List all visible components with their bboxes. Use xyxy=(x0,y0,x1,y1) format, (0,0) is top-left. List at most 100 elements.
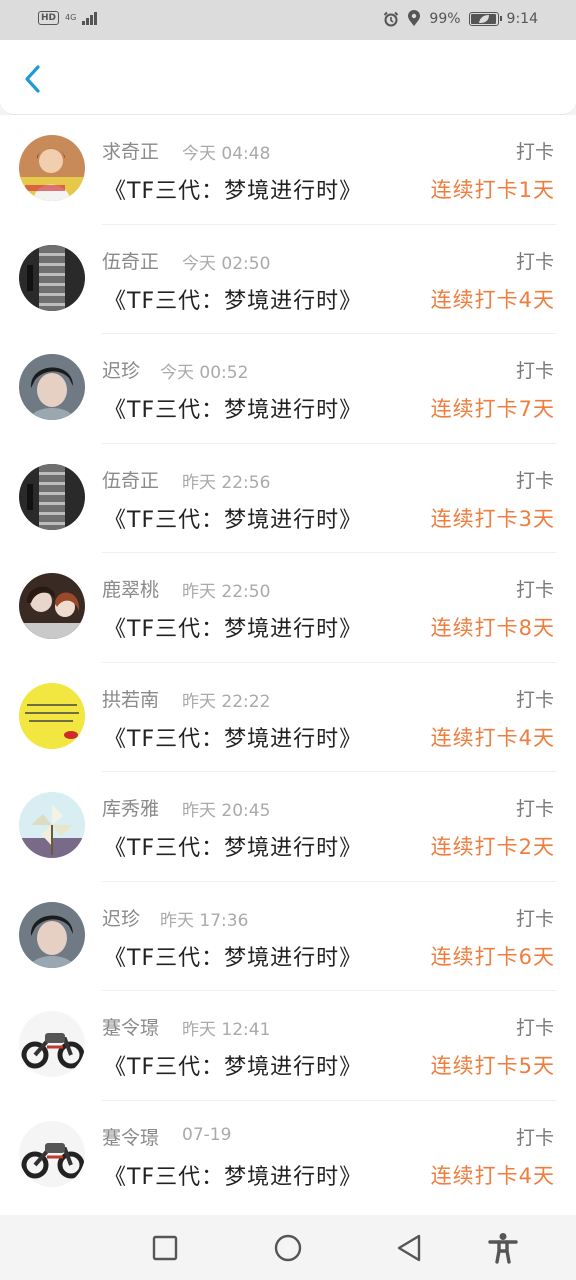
avatar[interactable] xyxy=(19,354,85,420)
list-item[interactable]: 迟珍 昨天 17:36 打卡《TF三代：梦境进行时》 连续打卡6天 xyxy=(0,882,576,991)
list-item[interactable]: 迟珍 今天 00:52 打卡 《TF三代：梦境进行时》 连续打卡7天 xyxy=(0,334,576,444)
user-name[interactable]: 迟珍 xyxy=(102,356,140,383)
avatar[interactable] xyxy=(19,573,85,639)
user-name[interactable]: 蹇令璟 xyxy=(102,1013,159,1040)
streak-count: 连续打卡8天 xyxy=(430,616,555,640)
action-type: 打卡 xyxy=(515,907,554,930)
course-title: 《TF三代：梦境进行时》 xyxy=(104,617,363,642)
avatar-image xyxy=(19,901,85,968)
avatar-image xyxy=(19,1120,85,1187)
timestamp: 昨天 22:50 xyxy=(182,582,271,602)
leaf-icon xyxy=(478,14,489,23)
recent-apps-button[interactable] xyxy=(148,1231,182,1265)
avatar[interactable] xyxy=(19,1120,85,1187)
back-button[interactable] xyxy=(18,62,48,96)
action-type: 打卡 xyxy=(515,360,554,382)
user-name[interactable]: 伍奇正 xyxy=(102,247,159,274)
timestamp: 昨天 22:56 xyxy=(182,472,271,493)
list-item[interactable]: 求奇正 今天 04:48 打卡《TF三代：梦境进行时》 连续打卡1天 xyxy=(0,115,576,225)
status-left: HD 4G xyxy=(38,11,98,25)
home-icon xyxy=(274,1234,302,1262)
streak-count: 连续打卡5天 xyxy=(430,1054,555,1078)
accessibility-button[interactable] xyxy=(486,1231,520,1265)
action-type: 打卡 xyxy=(515,1017,554,1039)
course-title: 《TF三代：梦境进行时》 xyxy=(104,726,363,752)
list-item[interactable]: 库秀雅 昨天 20:45 打卡 《TF三代：梦境进行时》 连续打卡2天 xyxy=(0,772,576,882)
course-title: 《TF三代：梦境进行时》 xyxy=(104,945,363,971)
header xyxy=(0,40,576,115)
action-type: 打卡 xyxy=(515,1126,554,1149)
timestamp: 昨天 17:36 xyxy=(160,910,249,931)
user-name[interactable]: 蹇令璟 xyxy=(102,1123,159,1150)
avatar-image xyxy=(19,354,85,420)
streak-count: 连续打卡1天 xyxy=(430,178,555,202)
status-right: 99% 9:14 xyxy=(383,10,538,27)
user-name[interactable]: 拱若南 xyxy=(102,685,159,712)
avatar-image xyxy=(19,1011,85,1077)
battery-percent: 99% xyxy=(429,10,461,27)
user-name[interactable]: 库秀雅 xyxy=(102,794,159,821)
avatar[interactable] xyxy=(19,135,85,201)
timestamp: 昨天 12:41 xyxy=(182,1020,271,1040)
course-title: 《TF三代：梦境进行时》 xyxy=(104,507,363,533)
alarm-icon xyxy=(384,11,399,26)
streak-count: 连续打卡6天 xyxy=(430,944,555,969)
network-type: 4G xyxy=(65,13,77,22)
streak-count: 连续打卡4天 xyxy=(430,1163,555,1188)
user-name[interactable]: 伍奇正 xyxy=(102,466,159,493)
avatar-image xyxy=(19,682,85,749)
action-type: 打卡 xyxy=(515,798,554,820)
course-title: 《TF三代：梦境进行时》 xyxy=(104,1164,363,1190)
timestamp: 07-19 xyxy=(182,1124,232,1145)
avatar[interactable] xyxy=(19,463,85,530)
user-name[interactable]: 求奇正 xyxy=(102,137,159,164)
hd-badge: HD xyxy=(38,11,60,25)
avatar-image xyxy=(19,573,85,639)
back-nav-button[interactable] xyxy=(392,1231,426,1265)
course-title: 《TF三代：梦境进行时》 xyxy=(104,1055,363,1080)
action-type: 打卡 xyxy=(515,141,554,163)
home-button[interactable] xyxy=(271,1231,305,1265)
streak-count: 连续打卡3天 xyxy=(430,506,555,531)
chevron-left-icon xyxy=(25,65,40,93)
list-item[interactable]: 蹇令璟 昨天 12:41 打卡《TF三代：梦境进行时》 连续打卡5天 xyxy=(0,991,576,1101)
streak-count: 连续打卡4天 xyxy=(430,287,555,312)
timestamp: 昨天 22:22 xyxy=(182,691,271,712)
streak-count: 连续打卡2天 xyxy=(430,835,555,859)
list-item[interactable]: 鹿翠桃 昨天 22:50 打卡《TF三代：梦境进行时》 连续打卡8天 xyxy=(0,553,576,663)
course-title: 《TF三代：梦境进行时》 xyxy=(104,179,363,204)
navigation-bar xyxy=(0,1215,576,1280)
timestamp: 今天 04:48 xyxy=(182,144,271,164)
list-item[interactable]: 蹇令璟 07-19 打卡《TF三代：梦境进行时》 连续打卡4天 xyxy=(0,1101,576,1211)
clock: 9:14 xyxy=(506,10,538,27)
avatar-image xyxy=(19,244,85,311)
list-item[interactable]: 伍奇正 昨天 22:56 打卡《TF三代：梦境进行时》 连续打卡3天 xyxy=(0,444,576,553)
battery-icon xyxy=(468,11,502,26)
recent-apps-icon xyxy=(152,1235,178,1261)
action-type: 打卡 xyxy=(515,579,554,601)
avatar[interactable] xyxy=(19,244,85,311)
avatar[interactable] xyxy=(19,792,85,858)
timestamp: 今天 02:50 xyxy=(182,253,271,274)
signal-icon xyxy=(82,11,98,25)
course-title: 《TF三代：梦境进行时》 xyxy=(104,288,363,314)
user-name[interactable]: 迟珍 xyxy=(102,904,140,931)
course-title: 《TF三代：梦境进行时》 xyxy=(104,836,363,861)
action-type: 打卡 xyxy=(515,688,554,711)
list-item[interactable]: 伍奇正 今天 02:50 打卡《TF三代：梦境进行时》 连续打卡4天 xyxy=(0,225,576,334)
location-icon xyxy=(408,10,421,26)
avatar-image xyxy=(19,792,85,858)
avatar[interactable] xyxy=(19,682,85,749)
user-name[interactable]: 鹿翠桃 xyxy=(102,575,159,602)
timestamp: 今天 00:52 xyxy=(160,363,249,383)
accessibility-icon xyxy=(488,1233,518,1264)
list-item[interactable]: 拱若南 昨天 22:22 打卡《TF三代：梦境进行时》 连续打卡4天 xyxy=(0,663,576,772)
action-type: 打卡 xyxy=(515,469,554,492)
course-title: 《TF三代：梦境进行时》 xyxy=(104,398,363,423)
avatar-image xyxy=(19,463,85,530)
streak-count: 连续打卡4天 xyxy=(430,725,555,750)
action-type: 打卡 xyxy=(515,250,554,273)
avatar-image xyxy=(19,135,85,201)
avatar[interactable] xyxy=(19,901,85,968)
avatar[interactable] xyxy=(19,1011,85,1077)
